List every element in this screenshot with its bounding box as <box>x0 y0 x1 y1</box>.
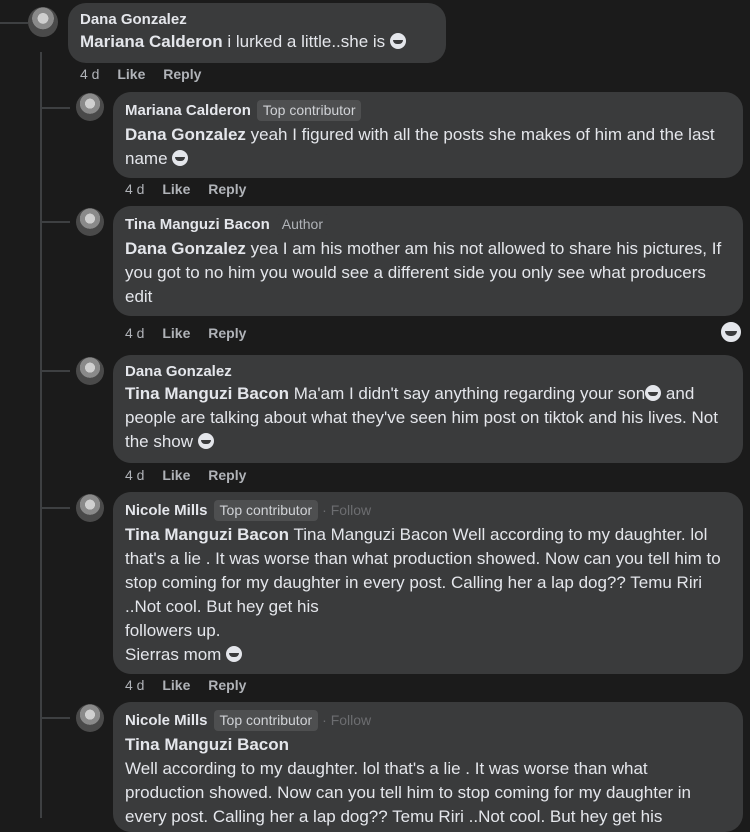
comment-text: Well according to my daughter. lol that'… <box>125 759 696 826</box>
smile-emoji-icon <box>197 433 214 449</box>
grin-emoji-icon <box>172 150 189 166</box>
timestamp[interactable]: 4 d <box>125 181 144 197</box>
comment-actions: 4 d Like Reply <box>125 467 260 483</box>
thread-line-branch-3 <box>40 370 70 372</box>
top-contributor-badge: Top contributor <box>213 500 319 521</box>
comment-text: Dana Gonzalez yeah I figured with all th… <box>125 125 720 168</box>
comment-bubble: Nicole Mills Top contributor · Follow Tina… <box>113 492 743 674</box>
mention[interactable]: Tina Manguzi Bacon <box>125 525 289 544</box>
author-badge: Author <box>275 214 329 235</box>
avatar[interactable] <box>76 357 104 385</box>
comment-author: Nicole Mills Top contributor · Follow <box>125 500 372 521</box>
comment-bubble: Mariana Calderon Top contributor Dana Gon… <box>113 92 743 178</box>
reply-button[interactable]: Reply <box>208 325 246 341</box>
reply-button[interactable]: Reply <box>163 66 201 82</box>
mention[interactable]: Tina Manguzi Bacon <box>125 384 289 403</box>
comment-bubble: Tina Manguzi Bacon Author Dana Gonzalez y… <box>113 206 743 316</box>
avatar[interactable] <box>76 494 104 522</box>
avatar[interactable] <box>28 7 58 37</box>
comment-actions: 4 d Like Reply <box>125 325 260 341</box>
timestamp[interactable]: 4 d <box>125 325 144 341</box>
timestamp[interactable]: 4 d <box>125 467 144 483</box>
sunglasses-emoji-icon <box>226 646 243 662</box>
grin-emoji-icon <box>389 33 406 49</box>
like-button[interactable]: Like <box>162 181 190 197</box>
comment-author[interactable]: Dana Gonzalez <box>80 11 434 28</box>
comment-actions: 4 d Like Reply <box>125 181 260 197</box>
comment-bubble: Dana Gonzalez Mariana Calderon i lurked … <box>68 3 446 63</box>
mention[interactable]: Dana Gonzalez <box>125 125 246 144</box>
top-contributor-badge: Top contributor <box>213 710 319 731</box>
avatar[interactable] <box>76 208 104 236</box>
comment-author[interactable]: Dana Gonzalez <box>125 363 731 380</box>
reaction-emoji-icon[interactable] <box>719 320 743 344</box>
thread-line-branch-2 <box>40 221 70 223</box>
mention[interactable]: Mariana Calderon <box>80 32 223 51</box>
comment-mention-line: Tina Manguzi Bacon <box>125 733 731 757</box>
comment-bubble: Nicole Mills Top contributor · Follow Tina… <box>113 702 743 832</box>
timestamp[interactable]: 4 d <box>125 677 144 693</box>
follow-link[interactable]: · Follow <box>322 502 371 518</box>
thread-line-branch-1 <box>40 107 70 109</box>
like-button[interactable]: Like <box>162 677 190 693</box>
comment-author: Nicole Mills Top contributor · Follow <box>125 710 372 731</box>
comment-actions: 4 d Like Reply <box>125 677 260 693</box>
top-contributor-badge: Top contributor <box>256 100 362 121</box>
like-button[interactable]: Like <box>162 325 190 341</box>
comment-author: Tina Manguzi Bacon Author <box>125 214 731 235</box>
mention[interactable]: Dana Gonzalez <box>125 239 246 258</box>
comment-text: Mariana Calderon i lurked a little..she … <box>80 30 434 54</box>
comment-bubble: Dana Gonzalez Tina Manguzi Bacon Ma'am I… <box>113 355 743 463</box>
avatar[interactable] <box>76 704 104 732</box>
comment-text: Tina Manguzi Bacon Ma'am I didn't say an… <box>125 384 723 451</box>
comment-text: Dana Gonzalez yea I am his mother am his… <box>125 239 726 306</box>
comment-actions: 4 d Like Reply <box>80 66 215 82</box>
reply-button[interactable]: Reply <box>208 677 246 693</box>
timestamp[interactable]: 4 d <box>80 66 99 82</box>
like-button[interactable]: Like <box>117 66 145 82</box>
avatar[interactable] <box>76 93 104 121</box>
reply-button[interactable]: Reply <box>208 181 246 197</box>
mention[interactable]: Tina Manguzi Bacon <box>125 735 289 754</box>
grin-emoji-icon <box>645 385 662 401</box>
thread-line-root <box>0 22 28 24</box>
thread-line-branch-5 <box>40 717 70 719</box>
comment-text: Tina Manguzi Bacon Tina Manguzi Bacon We… <box>125 525 721 664</box>
reply-button[interactable]: Reply <box>208 467 246 483</box>
thread-line-vertical <box>40 52 42 818</box>
follow-link[interactable]: · Follow <box>322 712 371 728</box>
thread-line-branch-4 <box>40 507 70 509</box>
like-button[interactable]: Like <box>162 467 190 483</box>
comment-author: Mariana Calderon Top contributor <box>125 100 731 121</box>
